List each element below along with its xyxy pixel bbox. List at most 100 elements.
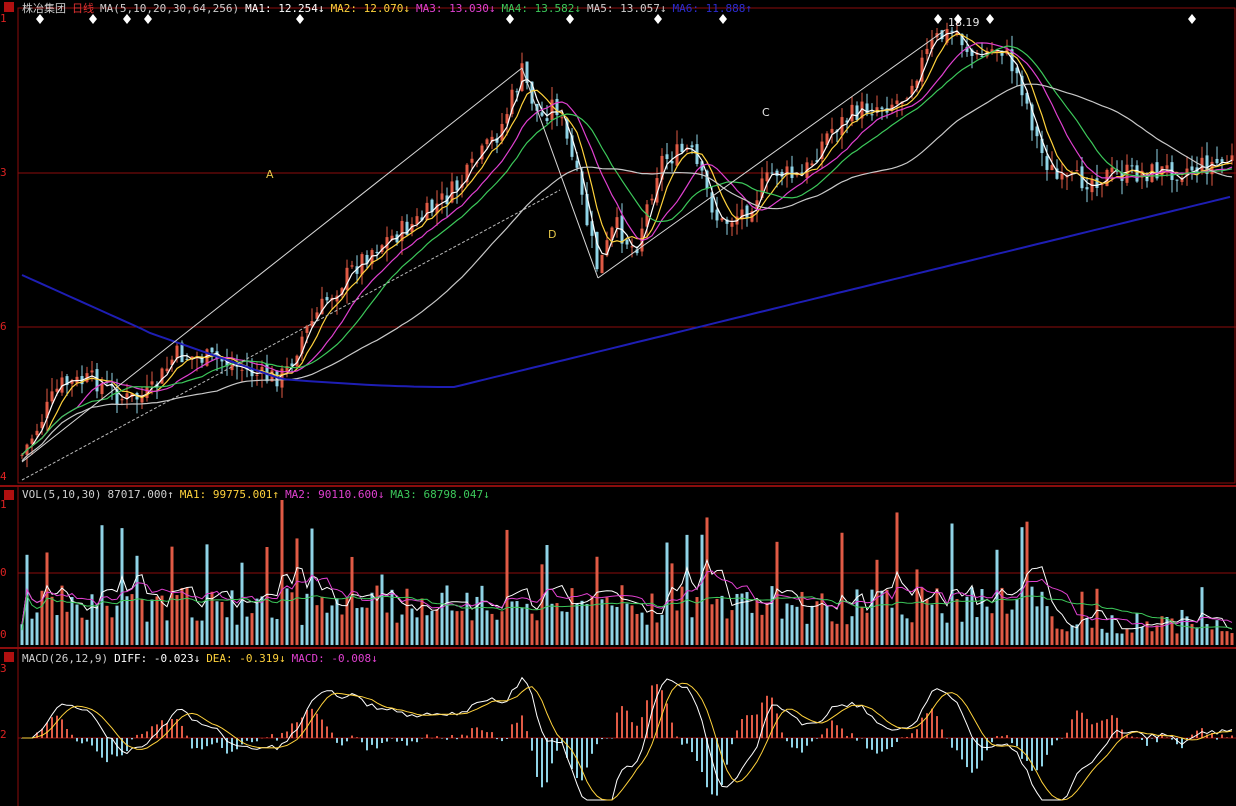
macd-bar <box>1136 737 1138 738</box>
volume-bar <box>530 613 534 645</box>
volume-bar <box>320 596 324 645</box>
macd-bar <box>391 738 393 739</box>
candle-body <box>625 239 629 245</box>
candle-body <box>1230 155 1234 161</box>
volume-bar <box>810 605 814 645</box>
volume-bar <box>350 556 354 645</box>
volume-bar <box>765 602 769 645</box>
macd-bar <box>371 738 373 745</box>
support-line <box>21 189 561 481</box>
macd-bar <box>381 738 383 744</box>
candle-body <box>240 369 244 371</box>
volume-bar <box>1060 629 1064 645</box>
volume-bar <box>705 517 709 645</box>
macd-bar <box>876 738 878 754</box>
candle-body <box>1190 166 1194 171</box>
volume-bar <box>870 589 874 645</box>
volume-bar <box>510 601 514 645</box>
dea-line <box>22 682 1233 801</box>
macd-bar <box>991 738 993 743</box>
macd-bar <box>46 722 48 738</box>
macd-bar <box>66 729 68 738</box>
macd-bar <box>736 730 738 738</box>
candle-body <box>1220 159 1224 162</box>
stock-name: 株冶集团 <box>22 2 66 15</box>
macd-bar <box>1221 734 1223 738</box>
macd-bar <box>306 710 308 738</box>
candle-body <box>350 265 354 267</box>
volume-bar <box>130 594 134 645</box>
candle-body <box>830 128 834 133</box>
stock-chart-window[interactable]: A C D 18.19 株冶集团 日线 MA(5,10,20,30,64,256) MA1:… <box>0 0 1236 806</box>
candle-body <box>455 180 459 191</box>
volume-bar <box>1035 606 1039 645</box>
candle-body <box>255 374 259 376</box>
macd-bar <box>336 738 338 743</box>
candle-body <box>670 160 674 164</box>
volume-bar <box>645 624 649 645</box>
volume-bar <box>685 534 689 645</box>
macd-bar <box>726 738 728 765</box>
macd-bar <box>166 723 168 738</box>
main-axis-label-top: 1 <box>0 12 7 25</box>
macd-panel-icon[interactable] <box>4 652 14 662</box>
macd-bar <box>681 738 683 745</box>
volume-bar <box>1045 606 1049 645</box>
candle-body <box>680 143 684 152</box>
macd-bar <box>601 738 603 740</box>
candle-body <box>1085 187 1089 190</box>
macd-bar <box>81 738 83 744</box>
diamond-marker-icon <box>1188 14 1196 24</box>
volume-bar <box>450 610 454 645</box>
main-axis-label-mid: 3 <box>0 166 7 179</box>
candlestick-chart[interactable]: A C D 18.19 <box>0 0 1236 806</box>
macd-bar <box>366 738 368 751</box>
volume-bar <box>460 610 464 645</box>
volume-bar <box>415 617 419 645</box>
main-axis-label-bottom: 4 <box>0 470 7 483</box>
macd-bar <box>526 731 528 738</box>
volume-bar <box>725 618 729 645</box>
volume-bar <box>1175 633 1179 645</box>
macd-bar <box>466 735 468 738</box>
panel-menu-icon[interactable] <box>4 2 14 12</box>
macd-bar <box>471 728 473 738</box>
macd-bar <box>666 703 668 738</box>
trendline-a <box>21 67 523 463</box>
volume-bar <box>245 616 249 645</box>
volume-bar <box>410 608 414 645</box>
macd-bar <box>496 738 498 740</box>
main-header-item-4: MA4: 13.582↓ <box>501 2 582 15</box>
candle-body <box>775 170 779 176</box>
macd-bar <box>836 725 838 738</box>
macd-bar <box>621 706 623 738</box>
macd-bar <box>1201 728 1203 738</box>
volume-bar <box>1030 586 1034 645</box>
volume-bar <box>1085 618 1089 645</box>
candle-body <box>850 104 854 122</box>
volume-bar <box>1080 591 1084 645</box>
candle-body <box>555 98 559 116</box>
macd-bar <box>396 738 398 742</box>
macd-bar <box>1041 738 1043 767</box>
volume-bar <box>195 620 199 645</box>
volume-bar <box>305 593 309 645</box>
volume-bar <box>620 585 624 645</box>
macd-axis-label-zero: 2 <box>0 728 7 741</box>
volume-bar <box>440 592 444 645</box>
volume-bar <box>960 621 964 645</box>
macd-bar <box>141 733 143 738</box>
candle-body <box>865 103 869 115</box>
macd-bar <box>401 738 403 741</box>
volume-bar <box>455 611 459 645</box>
volume-bar <box>710 604 714 645</box>
volume-bar <box>35 612 39 645</box>
vol-header-item-3: MA2: 90110.600↓ <box>285 488 385 501</box>
macd-bar <box>271 734 273 738</box>
candle-body <box>325 297 329 301</box>
macd-bar <box>1046 738 1048 755</box>
macd-bar <box>1081 712 1083 738</box>
chart-period[interactable]: 日线 <box>72 2 94 15</box>
volume-bar <box>680 586 684 645</box>
macd-bar <box>181 725 183 738</box>
